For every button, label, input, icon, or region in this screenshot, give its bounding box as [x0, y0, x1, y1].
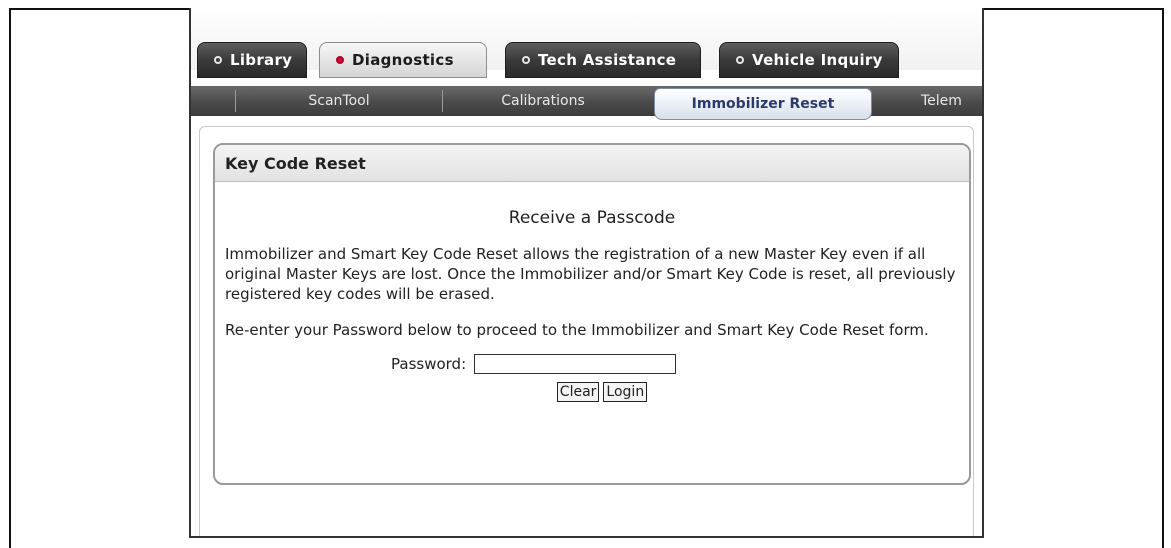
app-window: Library Diagnostics Tech Assistance Vehi…: [189, 8, 984, 538]
main-tab-bar: Library Diagnostics Tech Assistance Vehi…: [191, 8, 982, 78]
radio-dot-icon: [736, 56, 744, 64]
tab-vehicle-inquiry[interactable]: Vehicle Inquiry: [719, 42, 899, 78]
password-label: Password:: [391, 355, 467, 373]
clear-button[interactable]: Clear: [556, 382, 600, 402]
login-button[interactable]: Login: [603, 382, 648, 402]
subnav-item-calibrations[interactable]: Calibrations: [443, 86, 643, 116]
description-text: Immobilizer and Smart Key Code Reset all…: [225, 245, 956, 303]
subnav-item-immobilizer-reset[interactable]: Immobilizer Reset: [654, 88, 872, 120]
panel-heading: Receive a Passcode: [508, 208, 676, 228]
password-input[interactable]: [474, 354, 677, 374]
subnav-item-scantool[interactable]: ScanTool: [236, 86, 442, 116]
radio-dot-icon: [522, 56, 530, 64]
tab-label: Vehicle Inquiry: [752, 51, 883, 69]
sub-nav-bar: ScanTool Calibrations Immobilizer Reset …: [191, 86, 982, 120]
radio-dot-icon: [336, 56, 344, 64]
key-code-reset-panel: Key Code Reset Receive a Passcode Immobi…: [213, 143, 971, 485]
tab-label: Library: [230, 51, 293, 69]
radio-dot-icon: [214, 56, 222, 64]
instruction-text: Re-enter your Password below to proceed …: [225, 321, 929, 339]
tab-tech-assistance[interactable]: Tech Assistance: [505, 42, 701, 78]
tab-label: Diagnostics: [352, 51, 454, 69]
tab-label: Tech Assistance: [538, 51, 677, 69]
tab-diagnostics[interactable]: Diagnostics: [319, 42, 487, 78]
panel-title: Key Code Reset: [215, 145, 969, 182]
subnav-item-telematics[interactable]: Telem: [921, 86, 982, 116]
tab-library[interactable]: Library: [197, 42, 307, 78]
